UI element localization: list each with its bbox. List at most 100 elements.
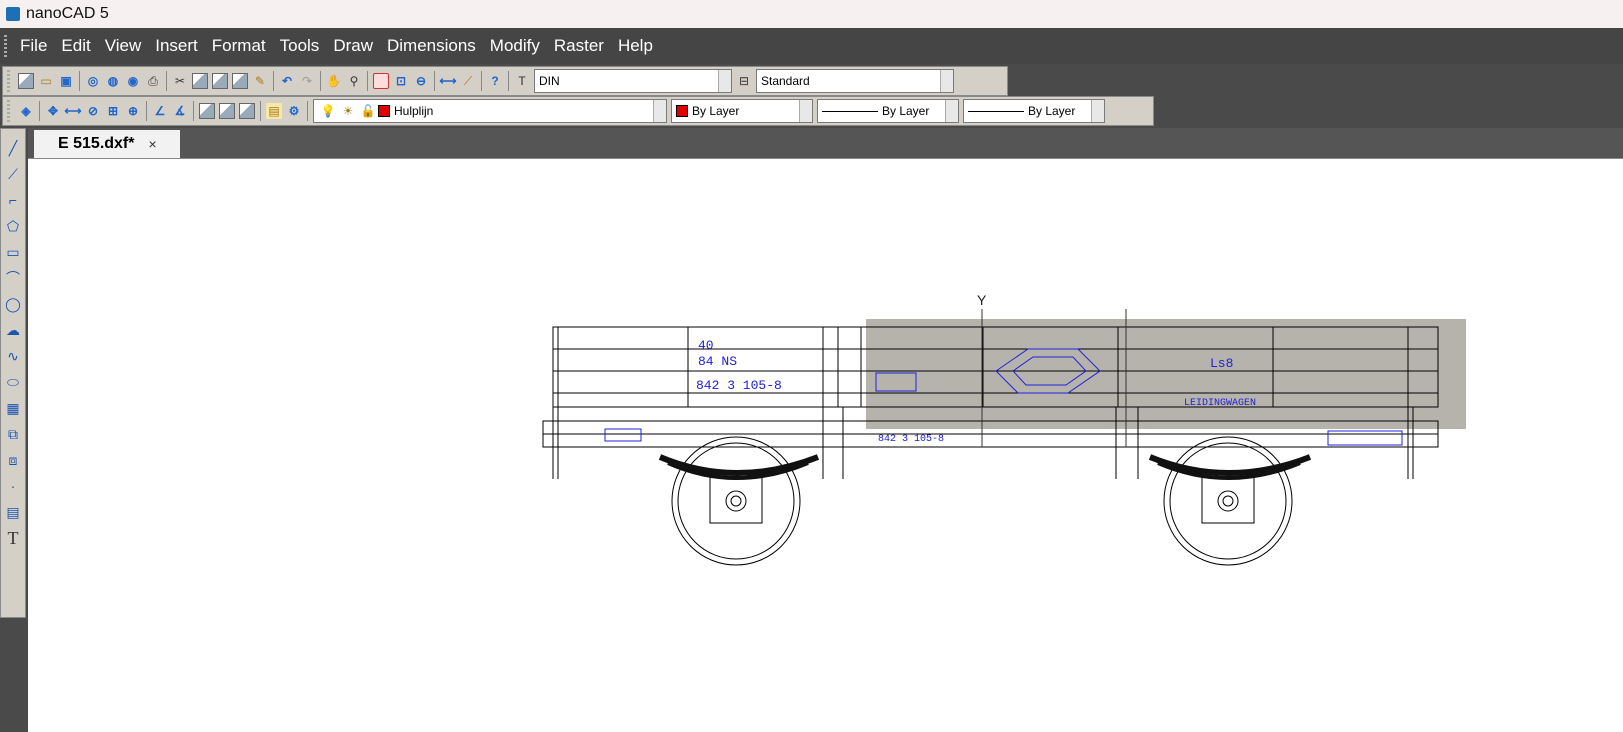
toolbar-grip[interactable] [7,100,10,122]
distance-icon[interactable]: ⟷ [439,73,456,89]
chevron-down-icon[interactable] [653,100,666,122]
layer-on-bulb-icon[interactable]: 💡 [320,103,336,119]
marking-84-ns: 84 NS [698,354,737,369]
angle-icon[interactable]: ∠ [152,103,168,119]
dimension-style-select[interactable]: DIN [534,69,732,93]
copy-icon[interactable] [192,73,208,89]
rectangle-icon[interactable]: ▭ [5,244,21,260]
layer-thaw-sun-icon[interactable]: ☀ [340,103,356,119]
properties-toolbar: ◈ ✥ ⟷ ⊘ ⊞ ⊕ ∠ ∡ ▤ ⚙ 💡 ☀ 🔓 Hulplijn By La… [2,96,1154,126]
menu-raster[interactable]: Raster [547,36,611,56]
construction-line-icon[interactable]: ⟋ [5,166,21,182]
chevron-down-icon[interactable] [718,70,731,92]
polyline-icon[interactable]: ⌐ [5,192,21,208]
chevron-down-icon[interactable] [945,100,958,122]
new-file-icon[interactable] [18,73,34,89]
zoom-window-icon[interactable] [373,73,389,89]
table-style-icon[interactable]: ⊟ [736,73,752,89]
draw-toolbar: ╱ ⟋ ⌐ ⬠ ▭ ⌒ ◯ ☁ ∿ ⬭ ▦ ⧉ ⧈ · ▤ T [0,128,26,618]
line-icon[interactable]: ╱ [5,140,21,156]
toolbar-grip[interactable] [7,70,10,92]
hatch-icon[interactable]: ▦ [5,400,21,416]
polygon-icon[interactable]: ⬠ [5,218,21,234]
menu-help[interactable]: Help [611,36,660,56]
paste-special-icon[interactable] [232,73,248,89]
tab-e515-dxf[interactable]: E 515.dxf* × [34,130,180,158]
text-icon[interactable]: T [5,528,21,548]
snap-icon[interactable]: ⊕ [125,103,141,119]
excel-link-icon[interactable] [199,103,215,119]
ellipse-icon[interactable]: ⬭ [5,374,21,390]
menu-file[interactable]: File [13,36,54,56]
attribute-icon[interactable] [239,103,255,119]
grid-icon[interactable]: ⊞ [105,103,121,119]
chevron-down-icon[interactable] [940,70,953,92]
move-icon[interactable]: ✥ [45,103,61,119]
print-preview-icon[interactable]: ◎ [85,73,101,89]
separator [434,71,435,91]
chevron-down-icon[interactable] [799,100,812,122]
undo-icon[interactable]: ↶ [279,73,295,89]
text-style-icon[interactable]: T [514,73,530,89]
zoom-extents-icon[interactable]: ⊡ [393,73,409,89]
settings-icon[interactable]: ⚙ [286,103,302,119]
separator [79,71,80,91]
menu-insert[interactable]: Insert [148,36,205,56]
menu-dimensions[interactable]: Dimensions [380,36,483,56]
measure-icon[interactable]: ⟋ [460,73,476,89]
wagon-drawing: Y 40 84 NS 842 3 105-8 Ls8 LEIDINGWAGEN … [542,292,1466,566]
pan-icon[interactable]: ✋ [326,73,342,89]
spline-icon[interactable]: ∿ [5,348,21,364]
layer-manager-icon[interactable]: ◈ [18,103,34,119]
layer-unlock-icon[interactable]: 🔓 [360,103,376,119]
lineweight-select[interactable]: By Layer [963,99,1105,123]
menu-view[interactable]: View [98,36,149,56]
block-icon[interactable] [219,103,235,119]
toolbar-area: ▭ ▣ ◎ ◍ ◉ ⎙ ✂ ✎ ↶ ↷ ✋ ⚲ ⊡ ⊖ ⟷ ⟋ ? T DIN … [0,64,1623,128]
document-tab-bar: E 515.dxf* × [28,128,1623,158]
arc-icon[interactable]: ⌒ [5,270,21,286]
paste-icon[interactable] [212,73,228,89]
table-icon[interactable]: ▤ [5,504,21,520]
plot-icon[interactable]: ◍ [105,73,121,89]
open-folder-icon[interactable]: ▭ [38,73,54,89]
close-icon[interactable]: × [148,136,156,152]
menu-edit[interactable]: Edit [54,36,97,56]
linetype-select[interactable]: By Layer [817,99,959,123]
polar-icon[interactable]: ∡ [172,103,188,119]
match-properties-icon[interactable]: ✎ [252,73,268,89]
circle-icon[interactable]: ◯ [5,296,21,312]
drawing-canvas[interactable]: Y 40 84 NS 842 3 105-8 Ls8 LEIDINGWAGEN … [28,158,1623,732]
color-swatch [676,105,688,117]
separator [367,71,368,91]
zoom-realtime-icon[interactable]: ⚲ [346,73,362,89]
point-icon[interactable]: · [5,478,21,494]
diameter-icon[interactable]: ⊘ [85,103,101,119]
zoom-previous-icon[interactable]: ⊖ [413,73,429,89]
redo-icon[interactable]: ↷ [299,73,315,89]
help-icon[interactable]: ? [487,73,503,89]
properties-icon[interactable]: ▤ [266,103,282,119]
cut-icon[interactable]: ✂ [172,73,188,89]
lineweight-sample [968,110,1024,112]
revision-cloud-icon[interactable]: ☁ [5,322,21,338]
marking-40: 40 [698,338,714,353]
make-block-icon[interactable]: ⧈ [5,452,21,468]
insert-block-icon[interactable]: ⧉ [5,426,21,442]
menu-draw[interactable]: Draw [326,36,380,56]
menu-modify[interactable]: Modify [483,36,547,56]
linear-dimension-icon[interactable]: ⟷ [64,103,81,119]
layer-select[interactable]: 💡 ☀ 🔓 Hulplijn [313,99,667,123]
chevron-down-icon[interactable] [1091,100,1104,122]
marking-number-right: 842 3 105-8 [878,434,944,445]
linetype-value: By Layer [882,104,930,118]
menubar-grip[interactable] [4,35,7,57]
color-select[interactable]: By Layer [671,99,813,123]
publish-icon[interactable]: ◉ [125,73,141,89]
text-style-select[interactable]: Standard [756,69,954,93]
menu-tools[interactable]: Tools [273,36,327,56]
save-icon[interactable]: ▣ [58,73,74,89]
tab-label: E 515.dxf* [58,135,135,152]
menu-format[interactable]: Format [205,36,273,56]
print-icon[interactable]: ⎙ [145,73,161,89]
